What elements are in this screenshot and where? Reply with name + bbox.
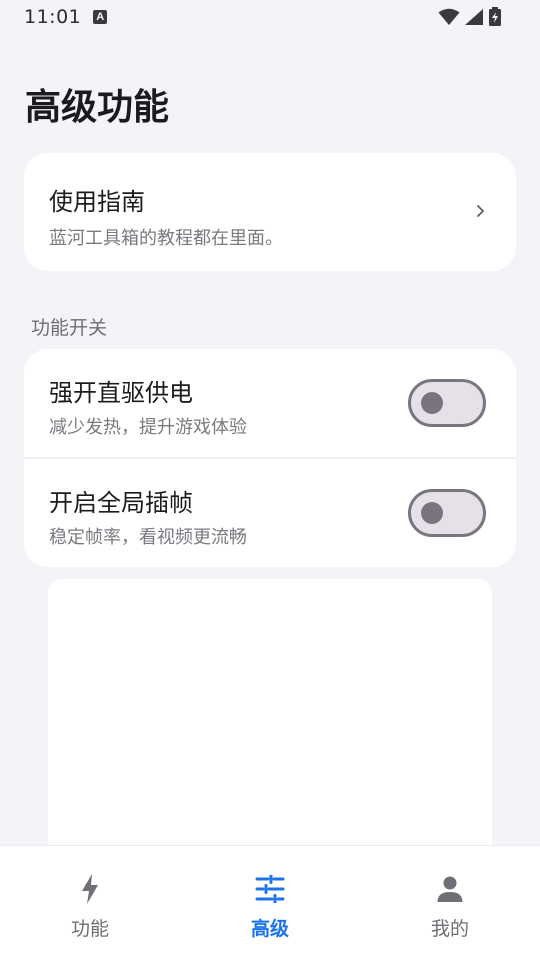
toggle-knob <box>421 392 443 414</box>
status-bar: 11:01 A <box>0 0 540 34</box>
guide-title: 使用指南 <box>49 188 145 216</box>
content-panel <box>48 579 492 869</box>
nav-label: 功能 <box>70 918 109 940</box>
frame-interpolation-toggle[interactable] <box>408 489 486 537</box>
notification-icon: A <box>93 10 108 24</box>
nav-item-advanced[interactable]: 高级 <box>180 846 360 960</box>
switch-title: 强开直驱供电 <box>49 379 193 407</box>
signal-icon <box>465 9 483 25</box>
wifi-icon <box>438 8 460 25</box>
flash-icon <box>73 872 107 906</box>
nav-item-mine[interactable]: 我的 <box>360 846 540 960</box>
section-label: 功能开关 <box>31 317 108 339</box>
direct-power-toggle[interactable] <box>408 379 486 427</box>
page-title: 高级功能 <box>25 87 170 128</box>
chevron-right-icon <box>477 205 484 217</box>
switches-card: 强开直驱供电 减少发热，提升游戏体验 开启全局插帧 稳定帧率，看视频更流畅 <box>24 349 516 567</box>
switch-title: 开启全局插帧 <box>49 489 193 517</box>
nav-label: 高级 <box>250 918 289 940</box>
nav-label: 我的 <box>430 918 469 940</box>
divider <box>24 457 516 459</box>
status-left: 11:01 A <box>24 6 108 28</box>
guide-card[interactable]: 使用指南 蓝河工具箱的教程都在里面。 <box>24 153 516 271</box>
status-time: 11:01 <box>24 6 82 28</box>
switch-subtitle: 减少发热，提升游戏体验 <box>49 417 247 438</box>
switch-subtitle: 稳定帧率，看视频更流畅 <box>49 527 247 548</box>
person-icon <box>433 872 467 906</box>
bottom-nav: 功能 高级 我的 <box>0 845 540 960</box>
nav-item-features[interactable]: 功能 <box>0 846 180 960</box>
toggle-knob <box>421 502 443 524</box>
battery-charging-icon <box>489 7 501 26</box>
tune-icon <box>253 872 287 906</box>
status-icons <box>438 7 502 27</box>
guide-subtitle: 蓝河工具箱的教程都在里面。 <box>49 228 283 249</box>
